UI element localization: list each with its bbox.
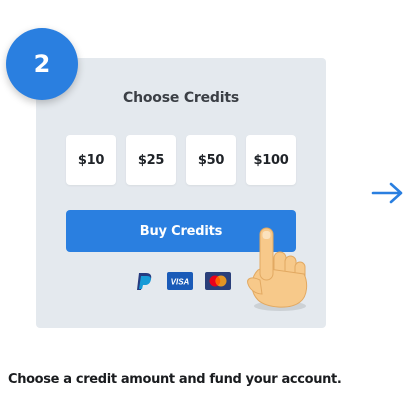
step-caption: Choose a credit amount and fund your acc… bbox=[8, 372, 342, 387]
arrow-right-icon[interactable] bbox=[370, 180, 406, 210]
card-title: Choose Credits bbox=[123, 90, 239, 106]
amount-option-100[interactable]: $100 bbox=[246, 135, 296, 185]
svg-text:VISA: VISA bbox=[171, 278, 190, 287]
buy-credits-label: Buy Credits bbox=[139, 223, 223, 239]
amount-option-50[interactable]: $50 bbox=[186, 135, 236, 185]
payment-methods: VISA bbox=[133, 270, 231, 296]
visa-icon: VISA bbox=[167, 272, 193, 294]
hand-pointer-icon bbox=[240, 222, 312, 318]
paypal-icon bbox=[133, 270, 155, 296]
tutorial-step: 2 Choose Credits $10 $25 $50 $100 Buy Cr… bbox=[0, 0, 412, 400]
amount-option-25[interactable]: $25 bbox=[126, 135, 176, 185]
amount-option-10[interactable]: $10 bbox=[66, 135, 116, 185]
mastercard-icon bbox=[205, 272, 231, 294]
